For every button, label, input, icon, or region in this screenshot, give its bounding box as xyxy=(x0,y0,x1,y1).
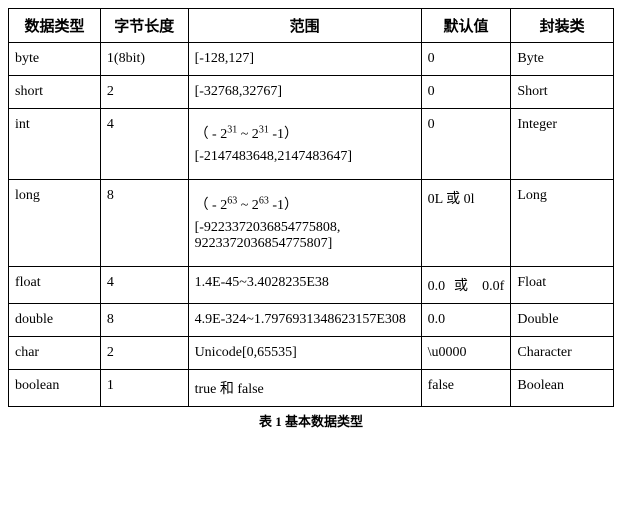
range-formula-prefix: （ - 2 xyxy=(195,198,228,213)
cell-range: Unicode[0,65535] xyxy=(188,337,421,370)
range-exponent: 63 xyxy=(227,195,237,206)
cell-type: double xyxy=(9,304,101,337)
range-formula-prefix: （ - 2 xyxy=(195,127,228,142)
range-exponent: 31 xyxy=(259,124,269,135)
range-literal: [-9223372036854775808, 92233720368547758… xyxy=(195,220,415,252)
cell-wrapper: Integer xyxy=(511,109,614,180)
cell-default: \u0000 xyxy=(421,337,511,370)
table-row: byte 1(8bit) [-128,127] 0 Byte xyxy=(9,43,614,76)
range-literal: [-2147483648,2147483647] xyxy=(195,149,415,165)
cell-default: 0.0 xyxy=(421,304,511,337)
cell-wrapper: Short xyxy=(511,76,614,109)
cell-default: 0 xyxy=(421,76,511,109)
range-formula-mid: ~ 2 xyxy=(237,127,259,142)
cell-type: short xyxy=(9,76,101,109)
col-header-type: 数据类型 xyxy=(9,9,101,43)
table-header-row: 数据类型 字节长度 范围 默认值 封装类 xyxy=(9,9,614,43)
cell-bytes: 1(8bit) xyxy=(100,43,188,76)
col-header-bytes: 字节长度 xyxy=(100,9,188,43)
cell-bytes: 4 xyxy=(100,109,188,180)
cell-wrapper: Byte xyxy=(511,43,614,76)
cell-type: float xyxy=(9,267,101,304)
cell-wrapper: Double xyxy=(511,304,614,337)
cell-range: 4.9E-324~1.7976931348623157E308 xyxy=(188,304,421,337)
cell-wrapper: Long xyxy=(511,180,614,267)
table-row: long 8 （ - 263 ~ 263 -1） [-9223372036854… xyxy=(9,180,614,267)
cell-range: [-128,127] xyxy=(188,43,421,76)
range-formula-suffix: -1） xyxy=(269,127,298,142)
cell-wrapper: Float xyxy=(511,267,614,304)
cell-range: 1.4E-45~3.4028235E38 xyxy=(188,267,421,304)
cell-bytes: 4 xyxy=(100,267,188,304)
table-row: int 4 （ - 231 ~ 231 -1） [-2147483648,214… xyxy=(9,109,614,180)
table-row: double 8 4.9E-324~1.7976931348623157E308… xyxy=(9,304,614,337)
cell-type: boolean xyxy=(9,370,101,407)
cell-bytes: 8 xyxy=(100,180,188,267)
range-formula-mid: ~ 2 xyxy=(237,198,259,213)
cell-type: byte xyxy=(9,43,101,76)
table-row: short 2 [-32768,32767] 0 Short xyxy=(9,76,614,109)
range-exponent: 31 xyxy=(227,124,237,135)
cell-bytes: 1 xyxy=(100,370,188,407)
cell-range: （ - 263 ~ 263 -1） [-9223372036854775808,… xyxy=(188,180,421,267)
table-row: float 4 1.4E-45~3.4028235E38 0.0 或 0.0f … xyxy=(9,267,614,304)
cell-default: 0 xyxy=(421,43,511,76)
cell-range: [-32768,32767] xyxy=(188,76,421,109)
cell-type: long xyxy=(9,180,101,267)
cell-default: false xyxy=(421,370,511,407)
cell-wrapper: Boolean xyxy=(511,370,614,407)
cell-bytes: 8 xyxy=(100,304,188,337)
col-header-default: 默认值 xyxy=(421,9,511,43)
cell-default: 0L 或 0l xyxy=(421,180,511,267)
primitive-types-table: 数据类型 字节长度 范围 默认值 封装类 byte 1(8bit) [-128,… xyxy=(8,8,614,407)
cell-bytes: 2 xyxy=(100,76,188,109)
col-header-wrapper: 封装类 xyxy=(511,9,614,43)
table-row: char 2 Unicode[0,65535] \u0000 Character xyxy=(9,337,614,370)
col-header-range: 范围 xyxy=(188,9,421,43)
cell-wrapper: Character xyxy=(511,337,614,370)
table-row: boolean 1 true 和 false false Boolean xyxy=(9,370,614,407)
range-exponent: 63 xyxy=(259,195,269,206)
cell-type: char xyxy=(9,337,101,370)
cell-range: （ - 231 ~ 231 -1） [-2147483648,214748364… xyxy=(188,109,421,180)
cell-range: true 和 false xyxy=(188,370,421,407)
cell-default: 0 xyxy=(421,109,511,180)
range-formula-suffix: -1） xyxy=(269,198,298,213)
cell-type: int xyxy=(9,109,101,180)
cell-default: 0.0 或 0.0f xyxy=(421,267,511,304)
table-caption: 表 1 基本数据类型 xyxy=(8,411,614,430)
cell-bytes: 2 xyxy=(100,337,188,370)
